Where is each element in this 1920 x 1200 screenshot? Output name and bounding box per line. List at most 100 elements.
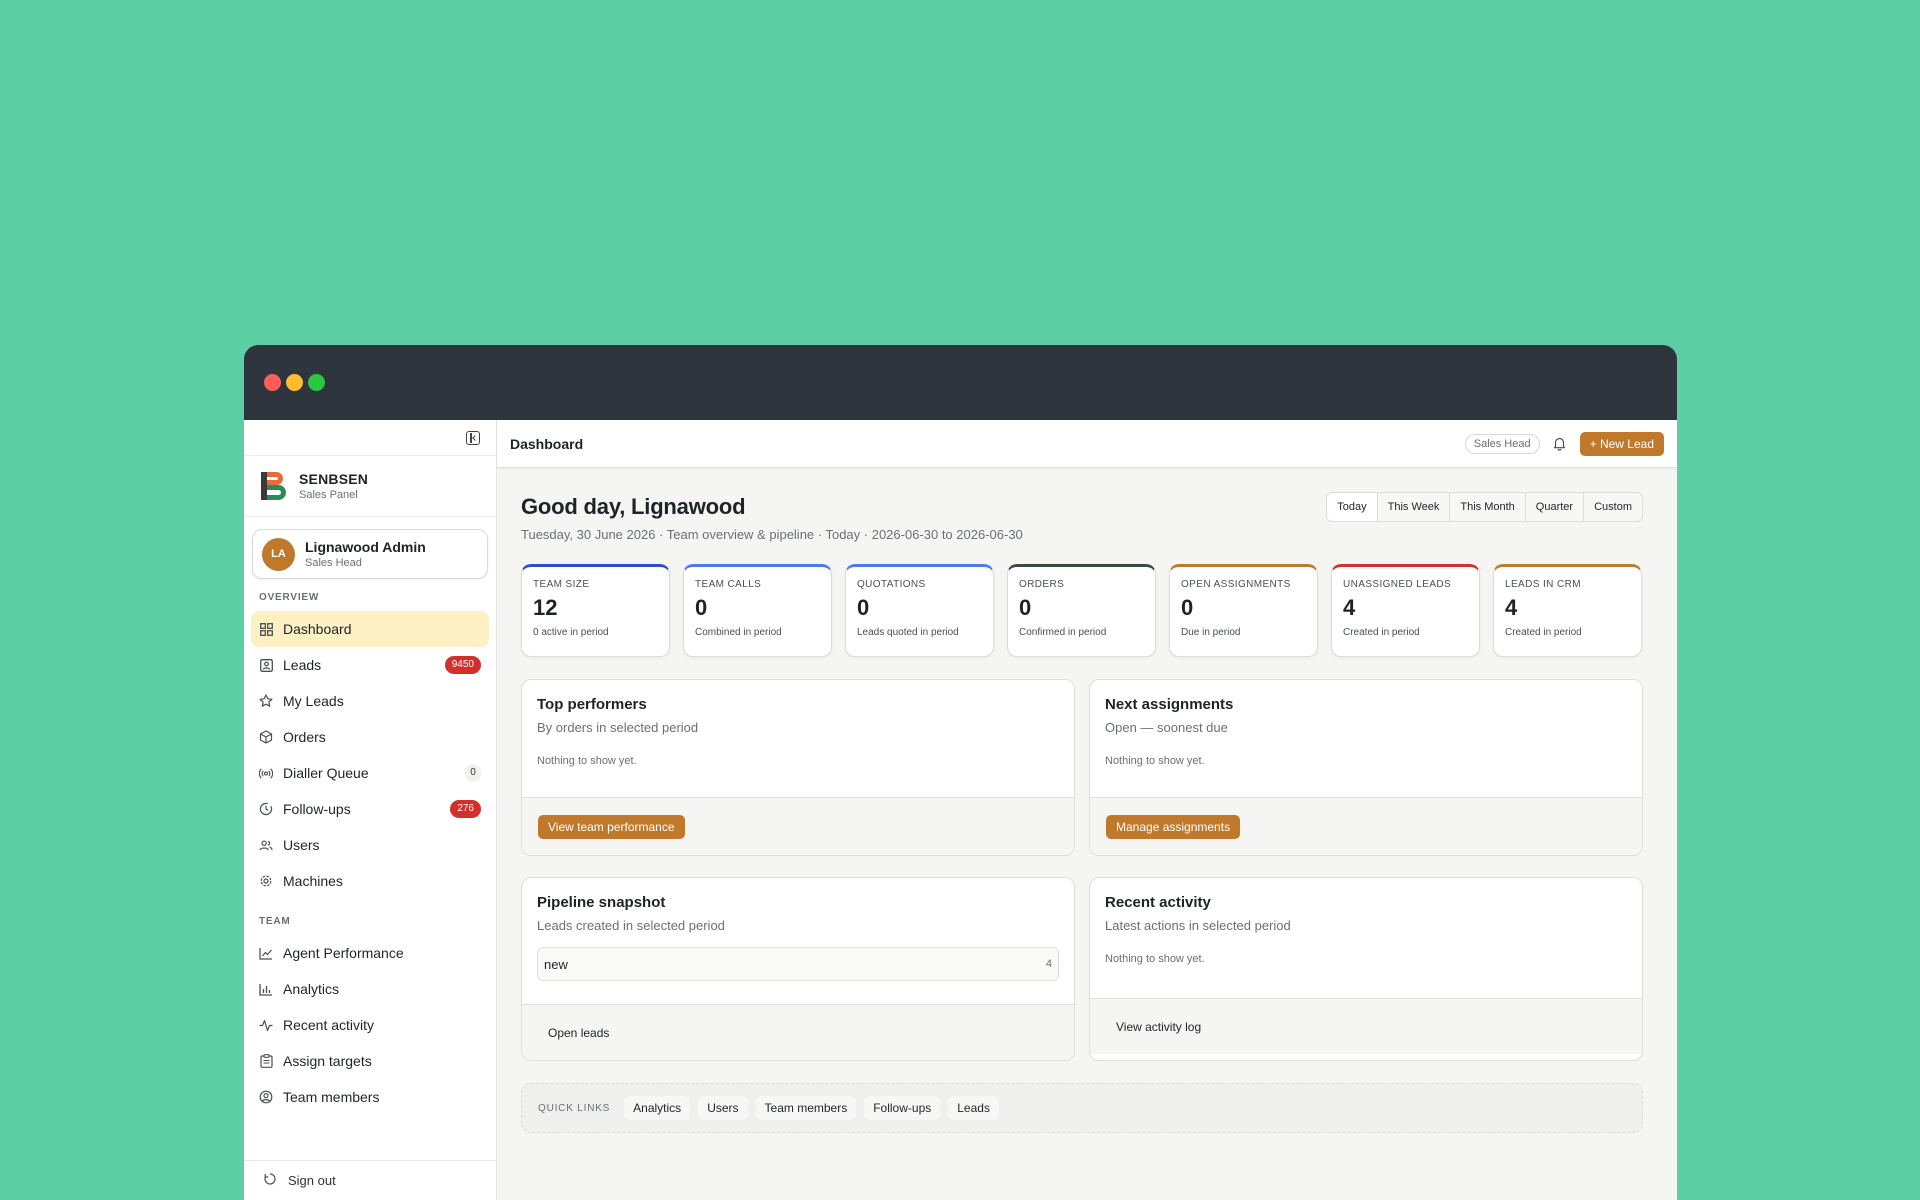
sidebar-item-label: Machines (283, 873, 343, 889)
line-chart-icon (259, 946, 273, 960)
stat-subtext: Due in period (1181, 627, 1241, 638)
period-this-month[interactable]: This Month (1449, 493, 1524, 521)
sidebar-item-label: Recent activity (283, 1017, 375, 1033)
quick-links-bar: QUICK LINKS Analytics Users Team members… (521, 1083, 1643, 1133)
period-today[interactable]: Today (1327, 493, 1377, 521)
minimize-window-button[interactable] (286, 374, 303, 391)
stat-card-quotations[interactable]: QUOTATIONS 0 Leads quoted in period (845, 564, 994, 657)
sidebar-item-team-members[interactable]: Team members (251, 1079, 489, 1115)
card-title: Recent activity (1105, 894, 1211, 911)
sidebar-item-machines[interactable]: Machines (251, 863, 489, 899)
view-team-performance-button[interactable]: View team performance (538, 814, 685, 839)
sidebar-item-follow-ups[interactable]: Follow-ups 276 (251, 791, 489, 827)
sidebar-item-dialler-queue[interactable]: Dialler Queue 0 (251, 755, 489, 791)
stat-subtext: Confirmed in period (1019, 627, 1107, 638)
next-assignments-card: Next assignments Open — soonest due Noth… (1089, 679, 1643, 856)
quick-link-users[interactable]: Users (698, 1096, 748, 1120)
empty-state: Nothing to show yet. (1105, 953, 1205, 965)
stat-label: TEAM SIZE (533, 579, 590, 590)
stat-value: 0 (695, 595, 708, 620)
avatar: LA (262, 537, 295, 571)
sidebar-collapse-icon[interactable] (466, 430, 480, 445)
quick-link-follow-ups[interactable]: Follow-ups (864, 1096, 941, 1120)
manage-assignments-button[interactable]: Manage assignments (1106, 814, 1241, 839)
stat-subtext: 0 active in period (533, 627, 609, 638)
sidebar-item-label: Analytics (283, 981, 340, 997)
sidebar-item-label: Dialler Queue (283, 765, 369, 781)
sign-out-icon (264, 1173, 276, 1188)
dialler-queue-count-badge: 0 (465, 764, 481, 782)
card-subtitle: Latest actions in selected period (1105, 918, 1291, 933)
sidebar-item-leads[interactable]: Leads 9450 (251, 647, 489, 683)
brand: SENBSEN Sales Panel (244, 456, 496, 517)
stat-label: UNASSIGNED LEADS (1343, 579, 1452, 590)
maximize-window-button[interactable] (308, 374, 325, 391)
user-name: Lignawood Admin (305, 539, 426, 555)
recent-activity-card: Recent activity Latest actions in select… (1089, 877, 1643, 1061)
cog-icon (259, 874, 273, 888)
sidebar: SENBSEN Sales Panel LA Lignawood Admin S… (244, 420, 497, 1200)
stat-label: LEADS IN CRM (1505, 579, 1581, 590)
sidebar-item-agent-performance[interactable]: Agent Performance (251, 935, 489, 971)
new-lead-button[interactable]: + New Lead (1579, 431, 1664, 456)
follow-ups-count-badge: 276 (450, 800, 481, 818)
sidebar-item-label: Follow-ups (283, 801, 351, 817)
card-title: Top performers (537, 696, 647, 713)
stat-card-leads-in-crm[interactable]: LEADS IN CRM 4 Created in period (1493, 564, 1642, 657)
bar-chart-icon (259, 982, 273, 996)
sidebar-item-analytics[interactable]: Analytics (251, 971, 489, 1007)
greeting-subtitle: Tuesday, 30 June 2026 · Team overview & … (521, 527, 1023, 542)
stat-card-orders[interactable]: ORDERS 0 Confirmed in period (1007, 564, 1156, 657)
stat-subtext: Created in period (1343, 627, 1420, 638)
open-leads-button[interactable]: Open leads (538, 1021, 619, 1045)
stat-value: 0 (1019, 595, 1032, 620)
brand-name: SENBSEN (299, 471, 369, 487)
stat-cards: TEAM SIZE 12 0 active in period TEAM CAL… (521, 564, 1643, 657)
user-card[interactable]: LA Lignawood Admin Sales Head (252, 529, 488, 579)
period-custom[interactable]: Custom (1583, 493, 1642, 521)
bell-icon[interactable] (1552, 436, 1568, 452)
pipeline-snapshot-card: Pipeline snapshot Leads created in selec… (521, 877, 1075, 1061)
users-icon (259, 838, 273, 852)
window-titlebar (244, 345, 1677, 420)
card-subtitle: Open — soonest due (1105, 720, 1228, 735)
sidebar-item-label: Users (283, 837, 320, 853)
app-window: SENBSEN Sales Panel LA Lignawood Admin S… (244, 345, 1677, 1200)
period-quarter[interactable]: Quarter (1524, 493, 1583, 521)
stat-subtext: Created in period (1505, 627, 1582, 638)
quick-link-team-members[interactable]: Team members (755, 1096, 857, 1120)
sidebar-item-assign-targets[interactable]: Assign targets (251, 1043, 489, 1079)
card-subtitle: Leads created in selected period (537, 918, 725, 933)
stat-subtext: Combined in period (695, 627, 782, 638)
stat-card-unassigned-leads[interactable]: UNASSIGNED LEADS 4 Created in period (1331, 564, 1480, 657)
card-title: Next assignments (1105, 696, 1234, 713)
view-activity-log-button[interactable]: View activity log (1106, 1015, 1211, 1039)
sign-out-label: Sign out (288, 1173, 336, 1188)
stat-card-team-calls[interactable]: TEAM CALLS 0 Combined in period (683, 564, 832, 657)
dashboard-cards: Top performers By orders in selected per… (521, 679, 1643, 1061)
close-window-button[interactable] (264, 374, 281, 391)
greeting-heading: Good day, Lignawood (521, 494, 746, 519)
sidebar-item-users[interactable]: Users (251, 827, 489, 863)
contact-card-icon (259, 658, 273, 672)
period-this-week[interactable]: This Week (1376, 493, 1450, 521)
grid-icon (259, 622, 273, 636)
box-icon (259, 730, 273, 744)
period-selector: Today This Week This Month Quarter Custo… (1326, 492, 1643, 522)
pipeline-stage-row[interactable]: new 4 (537, 947, 1059, 981)
sign-out-button[interactable]: Sign out (244, 1160, 496, 1200)
stat-label: ORDERS (1019, 579, 1065, 590)
quick-link-leads[interactable]: Leads (948, 1096, 999, 1120)
sidebar-item-recent-activity[interactable]: Recent activity (251, 1007, 489, 1043)
quick-link-analytics[interactable]: Analytics (624, 1096, 691, 1120)
sidebar-item-orders[interactable]: Orders (251, 719, 489, 755)
sidebar-item-dashboard[interactable]: Dashboard (251, 611, 489, 647)
card-title: Pipeline snapshot (537, 894, 666, 911)
sidebar-item-my-leads[interactable]: My Leads (251, 683, 489, 719)
pipeline-stage-count: 4 (1045, 958, 1052, 970)
stat-card-team-size[interactable]: TEAM SIZE 12 0 active in period (521, 564, 670, 657)
quick-links-label: QUICK LINKS (538, 1102, 611, 1114)
clock-icon (259, 802, 273, 816)
stat-card-open-assignments[interactable]: OPEN ASSIGNMENTS 0 Due in period (1169, 564, 1318, 657)
section-label-overview: OVERVIEW (259, 592, 320, 603)
